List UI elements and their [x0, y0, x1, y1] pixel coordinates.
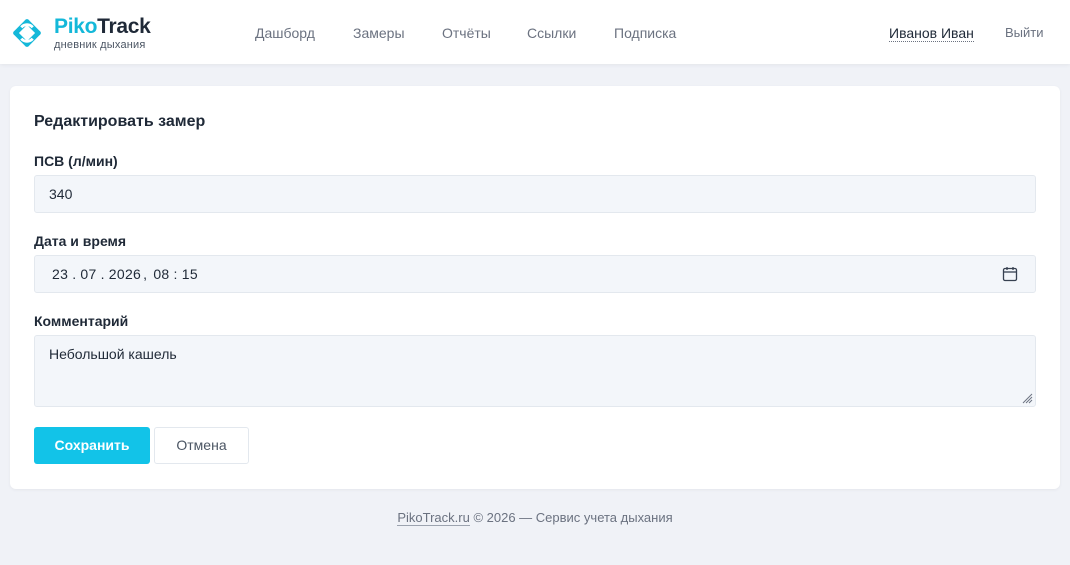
datetime-day[interactable]: 23	[52, 256, 68, 292]
pef-label: ПСВ (л/мин)	[34, 153, 118, 169]
nav-item-measurements[interactable]: Замеры	[353, 25, 405, 41]
comment-textarea[interactable]: Небольшой кашель	[34, 335, 1036, 407]
page-title: Редактировать замер	[34, 113, 206, 130]
edit-measurement-card: Редактировать замер ПСВ (л/мин) 340 Дата…	[10, 86, 1060, 489]
date-separator: .	[100, 266, 105, 282]
footer-site-link[interactable]: PikoTrack.ru	[397, 510, 470, 526]
datetime-hour[interactable]: 08	[153, 256, 169, 292]
datetime-month[interactable]: 07	[80, 256, 96, 292]
brand-name-part1: Piko	[54, 14, 98, 38]
datetime-separator: ,	[143, 266, 148, 282]
nav-item-subscription[interactable]: Подписка	[614, 25, 676, 41]
time-separator: :	[173, 266, 178, 282]
pef-input[interactable]: 340	[34, 175, 1036, 213]
datetime-input[interactable]: 23 . 07 . 2026 , 08 : 15	[34, 255, 1036, 293]
resize-handle-icon[interactable]	[1021, 392, 1033, 404]
datetime-label: Дата и время	[34, 233, 127, 249]
nav-item-links[interactable]: Ссылки	[527, 25, 576, 41]
brand-name: PikoTrack	[54, 14, 151, 38]
nav-item-reports[interactable]: Отчёты	[442, 25, 491, 41]
logo[interactable]: PikoTrack дневник дыхания	[8, 13, 151, 53]
footer-text: © 2026 — Сервис учета дыхания	[469, 510, 673, 525]
datetime-year[interactable]: 2026	[109, 256, 141, 292]
brand-tagline: дневник дыхания	[54, 38, 146, 51]
save-button[interactable]: Сохранить	[34, 427, 150, 464]
comment-label: Комментарий	[34, 313, 129, 329]
cancel-button[interactable]: Отмена	[154, 427, 249, 464]
logout-link[interactable]: Выйти	[1005, 25, 1044, 40]
footer: PikoTrack.ru © 2026 — Сервис учета дыхан…	[0, 510, 1070, 526]
datetime-minute[interactable]: 15	[182, 256, 198, 292]
calendar-icon[interactable]	[1002, 266, 1018, 282]
date-separator: .	[72, 266, 77, 282]
brand-name-part2: Track	[97, 14, 151, 38]
logo-icon	[13, 19, 41, 47]
comment-text: Небольшой кашель	[49, 346, 177, 362]
nav-item-dashboard[interactable]: Дашборд	[255, 25, 315, 41]
user-name-link[interactable]: Иванов Иван	[889, 25, 974, 42]
top-bar: PikoTrack дневник дыхания Дашборд Замеры…	[0, 0, 1070, 64]
